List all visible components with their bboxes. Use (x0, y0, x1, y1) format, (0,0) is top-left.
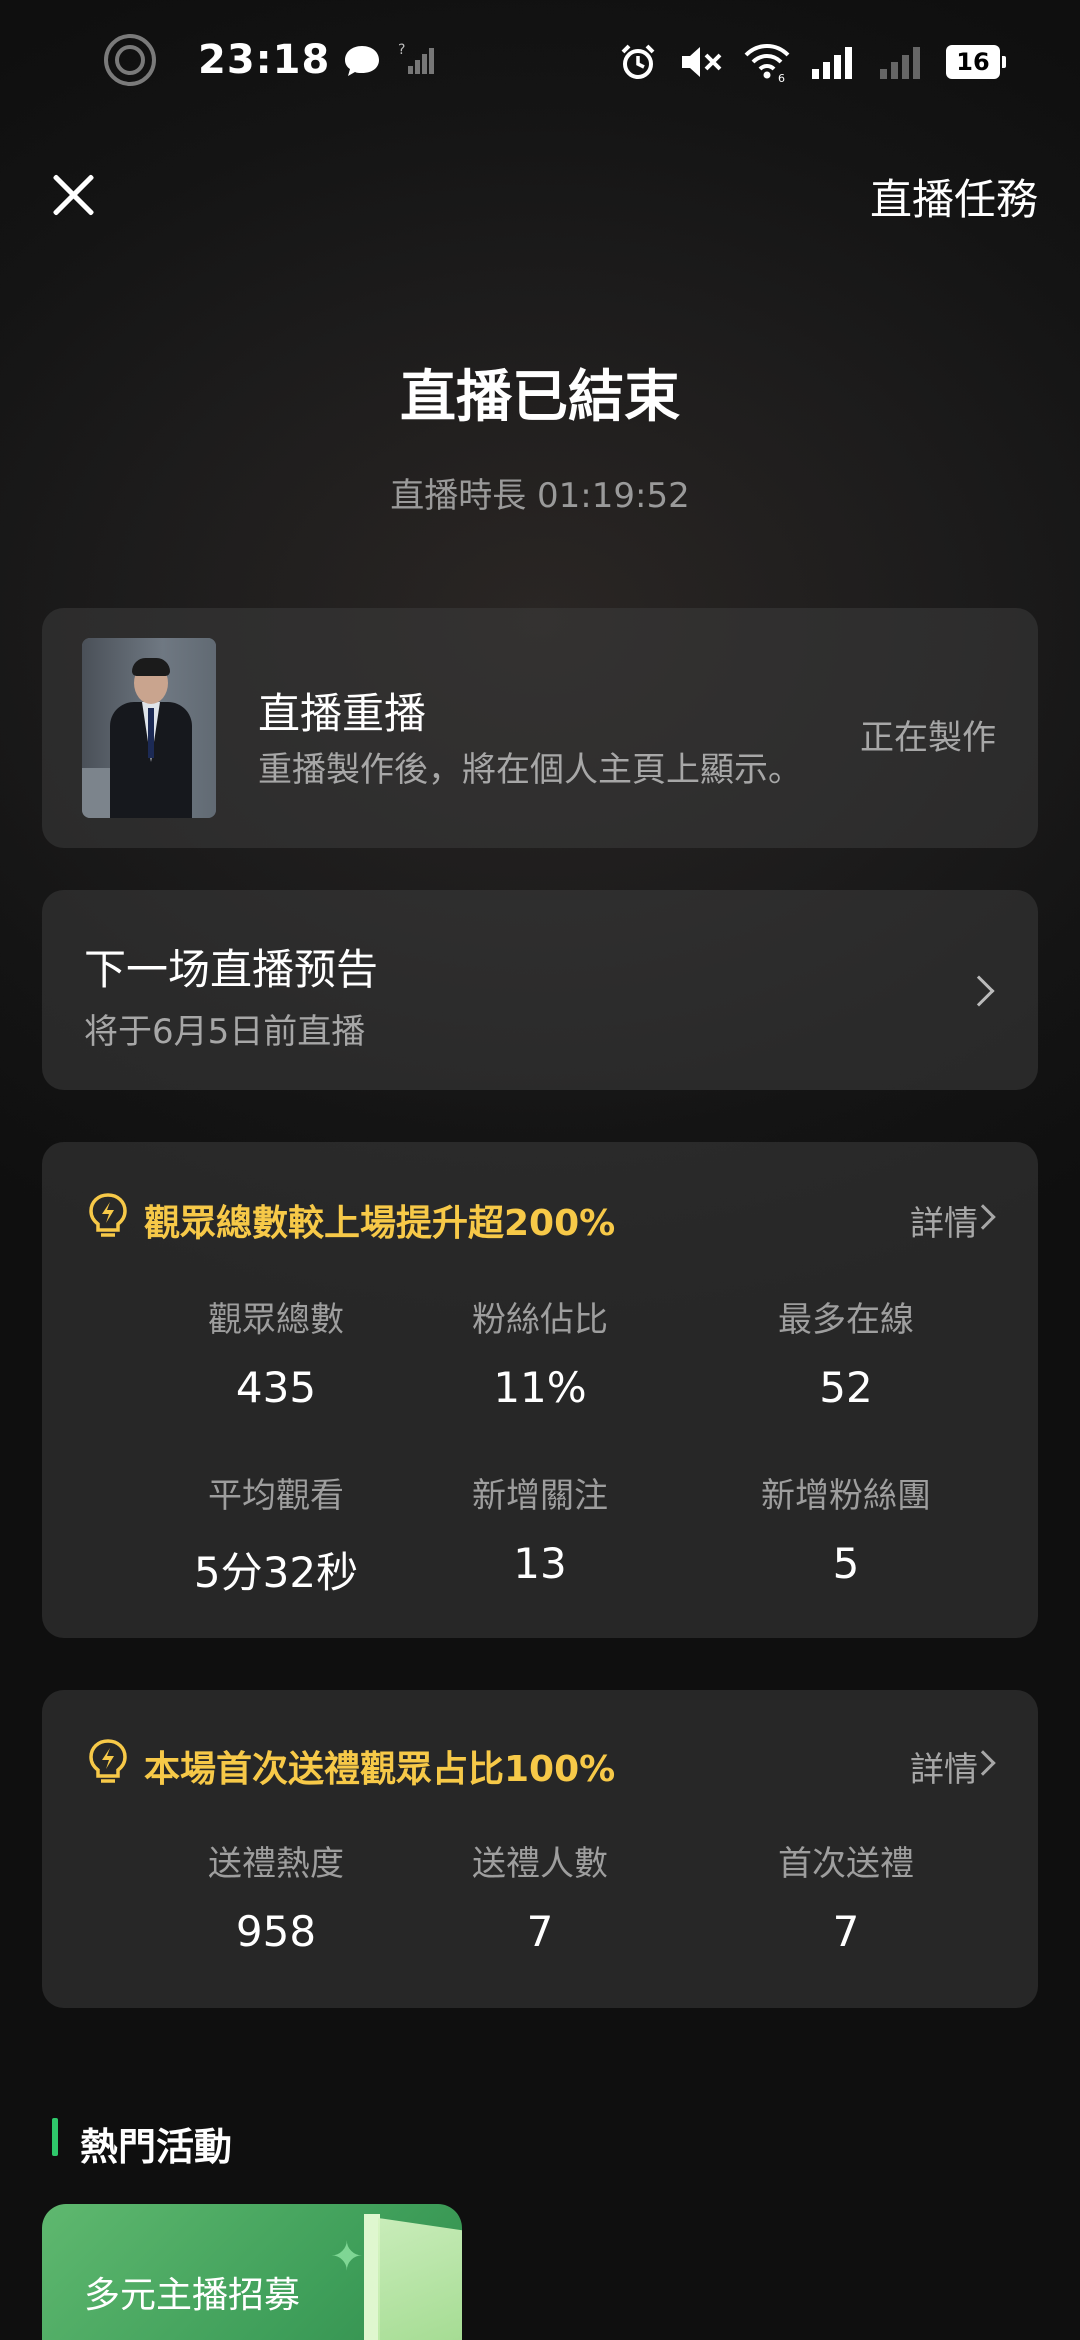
status-bar: 23:18 ? 6 16 (0, 0, 1080, 120)
metric-new-follows: 新增關注 13 (472, 1476, 608, 1588)
chevron-right-icon (963, 975, 995, 1007)
wifi-icon: 6 (744, 44, 790, 83)
replay-card[interactable]: 直播重播 重播製作後，將在個人主頁上顯示。 正在製作 (42, 608, 1038, 848)
signal-icon-2 (880, 47, 920, 79)
activity-label: 多元主播招募 (84, 2275, 301, 2316)
sparkle-icon: ✦ (330, 2234, 364, 2280)
next-live-preview-card[interactable]: 下一场直播预告 将于6月5日前直播 (42, 890, 1038, 1090)
metric-total-audience: 觀眾總數 435 (208, 1300, 344, 1412)
metric-gift-heat: 送禮熱度 958 (208, 1844, 344, 1956)
alarm-icon (621, 44, 655, 79)
audience-details-link[interactable]: 詳情 (910, 1196, 978, 1245)
flag-icon (378, 2218, 462, 2340)
chat-bubble-icon (345, 46, 380, 76)
replay-status: 正在製作 (860, 718, 996, 758)
audience-headline: 觀眾總數較上場提升超200% (144, 1203, 616, 1244)
close-icon[interactable] (50, 172, 96, 218)
svg-text:?: ? (398, 42, 405, 58)
live-tasks-link[interactable]: 直播任務 (870, 166, 1038, 227)
gift-stats-card: 本場首次送禮觀眾占比100% 詳情 送禮熱度 958 送禮人數 7 首次送禮 7 (42, 1690, 1038, 2008)
next-live-subtitle: 将于6月5日前直播 (84, 1012, 366, 1052)
page-title: 直播已結束 (400, 365, 680, 430)
camera-ring-icon (104, 34, 156, 86)
metric-average-watch: 平均觀看 5分32秒 (193, 1476, 359, 1597)
replay-subtitle: 重播製作後，將在個人主頁上顯示。 (258, 750, 802, 790)
unknown-signal-icon: ? (398, 42, 435, 74)
section-accent-bar (52, 2118, 58, 2156)
gift-details-link[interactable]: 詳情 (910, 1742, 978, 1791)
lightbulb-icon (89, 1739, 127, 1783)
metric-peak-online: 最多在線 52 (778, 1300, 914, 1412)
metric-gift-senders: 送禮人數 7 (472, 1844, 608, 1956)
metric-first-gift: 首次送禮 7 (778, 1844, 914, 1956)
gift-headline: 本場首次送禮觀眾占比100% (144, 1749, 616, 1790)
metric-new-fan-club: 新增粉絲團 5 (761, 1476, 931, 1588)
live-duration: 直播時長 01:19:52 (390, 476, 690, 516)
next-live-title: 下一场直播预告 (84, 945, 379, 994)
status-time: 23:18 (198, 37, 331, 83)
mute-icon (682, 47, 722, 77)
lightbulb-icon (89, 1193, 127, 1237)
battery-icon: 16 (946, 45, 1006, 79)
hot-activities-title: 熱門活動 (80, 2125, 233, 2169)
audience-stats-card: 觀眾總數較上場提升超200% 詳情 觀眾總數 435 粉絲佔比 11% 最多在線… (42, 1142, 1038, 1638)
signal-icon (812, 47, 852, 79)
svg-text:6: 6 (778, 72, 785, 83)
replay-thumbnail (82, 638, 216, 818)
replay-title: 直播重播 (258, 689, 427, 738)
metric-fan-ratio: 粉絲佔比 11% (472, 1300, 608, 1412)
activity-card[interactable]: ✦ 多元主播招募 (42, 2204, 462, 2340)
